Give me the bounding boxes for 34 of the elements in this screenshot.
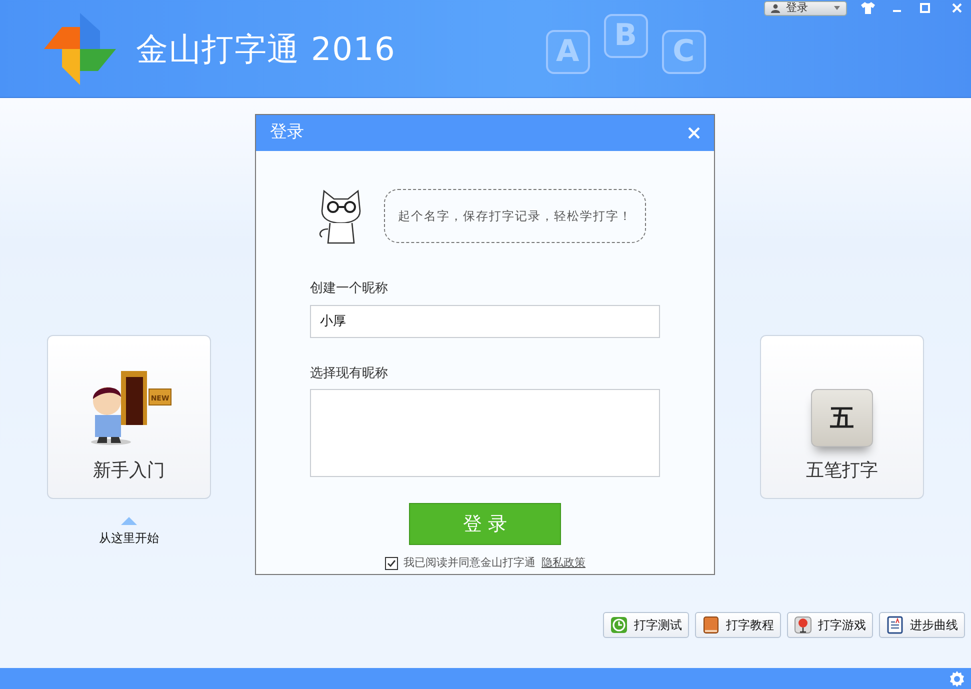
settings-icon[interactable] <box>949 670 965 686</box>
close-icon[interactable] <box>688 127 700 139</box>
book-icon <box>702 616 720 634</box>
agree-text: 我已阅读并同意金山打字通 <box>404 555 536 571</box>
shirt-icon[interactable] <box>861 2 875 14</box>
tool-button[interactable]: 打字教程 <box>695 612 781 638</box>
tool-button[interactable]: 打字测试 <box>603 612 689 638</box>
tool-button[interactable]: 进步曲线 <box>879 612 965 638</box>
key-label: 五 <box>830 402 854 434</box>
close-icon[interactable] <box>951 2 963 14</box>
login-menu-button[interactable]: 登录 <box>764 0 847 16</box>
app-title: 金山打字通 2016 <box>136 28 396 70</box>
maximize-icon[interactable] <box>919 2 931 14</box>
speech-bubble: 起个名字，保存打字记录，轻松学打字！ <box>384 189 646 243</box>
clock-icon <box>610 616 628 634</box>
triangle-icon <box>121 517 137 525</box>
mode-card[interactable]: 五 五笔打字 <box>760 335 924 499</box>
document-icon <box>886 616 904 634</box>
letter-block: B <box>604 14 648 58</box>
check-icon <box>386 558 396 568</box>
letter-block: A <box>546 30 590 74</box>
tool-button[interactable]: 打字游戏 <box>787 612 873 638</box>
nickname-list[interactable] <box>310 389 660 477</box>
nickname-field[interactable]: 小厚 <box>310 304 660 338</box>
existing-nickname-label: 选择现有昵称 <box>310 364 389 382</box>
caret-icon <box>834 6 840 10</box>
dialog-title: 登录 <box>270 121 304 144</box>
balloon-icon <box>794 616 812 634</box>
letter-block: C <box>662 30 706 74</box>
privacy-link[interactable]: 隐私政策 <box>542 555 586 572</box>
user-icon <box>771 4 780 12</box>
agree-checkbox[interactable] <box>384 556 398 570</box>
nickname-label: 创建一个昵称 <box>310 280 389 298</box>
start-hint: 从这里开始 <box>99 530 159 547</box>
